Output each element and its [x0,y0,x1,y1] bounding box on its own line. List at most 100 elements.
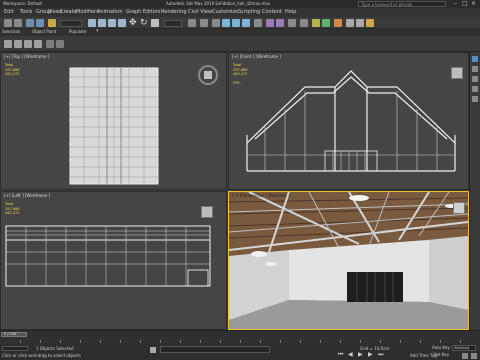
menu-modifiers[interactable]: Modifiers [76,9,99,15]
go-to-start-icon[interactable]: ⏮ [338,351,343,359]
bind-space-warp-icon[interactable] [48,19,56,27]
mirror-icon[interactable] [266,19,274,27]
zoom-extents-icon[interactable] [462,353,468,359]
viewport-perspective-label[interactable]: [+] [Perspective ] [Realistic ] [232,193,290,198]
viewport-left[interactable]: [+] [Left ] [Wireframe ] Total 397,888 4… [0,191,227,330]
snaps-toggle-icon[interactable] [222,19,230,27]
modeling-tool-icon-4[interactable] [34,40,42,48]
material-editor-icon[interactable] [334,19,342,27]
stats-verts: 462,472 [5,211,20,215]
render-setup-icon[interactable] [346,19,354,27]
display-tab-icon[interactable] [472,96,478,102]
unlink-icon[interactable] [36,19,44,27]
viewport-left-stats: Total 397,888 462,472 [5,202,19,216]
menu-tools[interactable]: Tools [20,9,32,15]
hierarchy-tab-icon[interactable] [472,76,478,82]
modeling-tool-icon-3[interactable] [24,40,32,48]
schematic-view-icon[interactable] [322,19,330,27]
workspace-selector[interactable]: Workspace: Default [3,1,42,6]
viewport-front-label[interactable]: [+] [Front ] [Wireframe ] [232,54,281,59]
set-key-button[interactable]: Set Key [434,352,449,357]
front-elevation-wireframe [246,70,456,172]
rendered-frame-window-icon[interactable] [356,19,364,27]
redo-icon[interactable] [14,19,22,27]
percent-snap-icon[interactable] [242,19,250,27]
render-production-icon[interactable] [366,19,374,27]
motion-tab-icon[interactable] [472,86,478,92]
title-bar: Workspace: Default Autodesk 3ds Max 2016… [0,0,480,8]
previous-frame-icon[interactable]: ◀ [348,351,353,358]
rotate-icon[interactable]: ↻ [140,18,148,28]
menu-rendering[interactable]: Rendering [161,9,187,15]
undo-icon[interactable] [4,19,12,27]
lock-selection-icon[interactable] [150,347,156,353]
graphite-toolbar-icon[interactable] [300,19,308,27]
viewport-top-label[interactable]: [+] [Top ] [Wireframe ] [4,54,49,59]
scale-icon[interactable] [151,19,159,27]
ribbon-tab-object-paint[interactable]: Object Paint [32,29,56,34]
viewcube-perspective[interactable] [453,202,465,214]
menu-civil-view[interactable]: Civil View [188,9,212,15]
link-icon[interactable] [26,19,34,27]
viewport-top[interactable]: [+] [Top ] [Wireframe ] Total 397,888 46… [0,52,227,190]
viewcube-left[interactable] [201,206,213,218]
close-icon[interactable]: × [471,0,476,7]
menu-edit[interactable]: Edit [4,9,14,15]
go-to-end-icon[interactable]: ⏭ [378,351,383,359]
reference-coordinate-dropdown[interactable] [164,20,182,27]
pivot-icon[interactable] [188,19,196,27]
modeling-tool-icon-6[interactable] [56,40,64,48]
transform-type-in[interactable] [160,346,270,353]
orbit-icon[interactable] [471,353,477,359]
play-icon[interactable]: ▶ [358,351,363,358]
menu-content[interactable]: Content [262,9,282,15]
status-bar: 1 Objects Selected Click or click-and-dr… [0,344,480,360]
ribbon-tab-populate[interactable]: Populate [69,29,86,34]
menu-graph-editors[interactable]: Graph Editors [126,9,160,15]
angle-snap-icon[interactable] [232,19,240,27]
key-filter-dropdown[interactable]: Selected [452,345,476,351]
menu-customize[interactable]: Customize [212,9,238,15]
add-time-tag-button[interactable]: Add Time Tag [410,353,437,358]
create-tab-icon[interactable] [472,56,478,62]
move-icon[interactable]: ✥ [129,18,137,28]
modeling-tool-icon-2[interactable] [14,40,22,48]
window-crossing-icon[interactable] [118,19,126,27]
select-by-name-icon[interactable] [98,19,106,27]
status-prompt: Click or click-and-drag to select object… [2,353,81,358]
next-frame-icon[interactable]: ▶ [368,351,373,358]
named-selection-icon[interactable] [254,19,262,27]
viewport-perspective[interactable]: [+] [Perspective ] [Realistic ] [228,191,469,330]
keyboard-shortcut-icon[interactable] [212,19,220,27]
select-manipulate-icon[interactable] [200,19,208,27]
auto-key-button[interactable]: Auto Key [432,345,450,350]
selection-filter-dropdown[interactable] [60,20,82,27]
menu-create[interactable]: Create [60,9,77,15]
viewport-front[interactable]: [+] [Front ] [Wireframe ] Total 397,888 … [228,52,469,190]
minimize-icon[interactable]: – [454,0,457,7]
align-icon[interactable] [276,19,284,27]
maxscript-listener[interactable] [2,346,28,351]
maximize-icon[interactable]: □ [462,0,468,7]
time-slider-frame: 0 / 100 [4,332,17,336]
menu-animation[interactable]: Animation [97,9,123,15]
viewport-left-label[interactable]: [+] [Left ] [Wireframe ] [4,193,50,198]
modify-tab-icon[interactable] [472,66,478,72]
menu-help[interactable]: Help [285,9,296,15]
modeling-tool-icon-1[interactable] [4,40,12,48]
curve-editor-icon[interactable] [312,19,320,27]
viewcube-top[interactable] [198,65,218,85]
viewcube-front[interactable] [451,67,463,79]
ribbon-minimize-icon[interactable]: ▾ [96,28,99,34]
select-object-icon[interactable] [88,19,96,27]
time-slider[interactable]: 0 / 100 [0,330,480,344]
ribbon-tab-selection[interactable]: Selection [2,29,20,34]
top-plan-wireframe [69,67,159,185]
menu-scripting[interactable]: Scripting [238,9,260,15]
layer-explorer-icon[interactable] [288,19,296,27]
search-field[interactable]: Type a keyword or phrase [358,1,446,7]
time-slider-handle[interactable]: 0 / 100 [1,332,27,337]
perspective-render [229,192,468,329]
modeling-tool-icon-5[interactable] [46,40,54,48]
rectangular-selection-icon[interactable] [108,19,116,27]
